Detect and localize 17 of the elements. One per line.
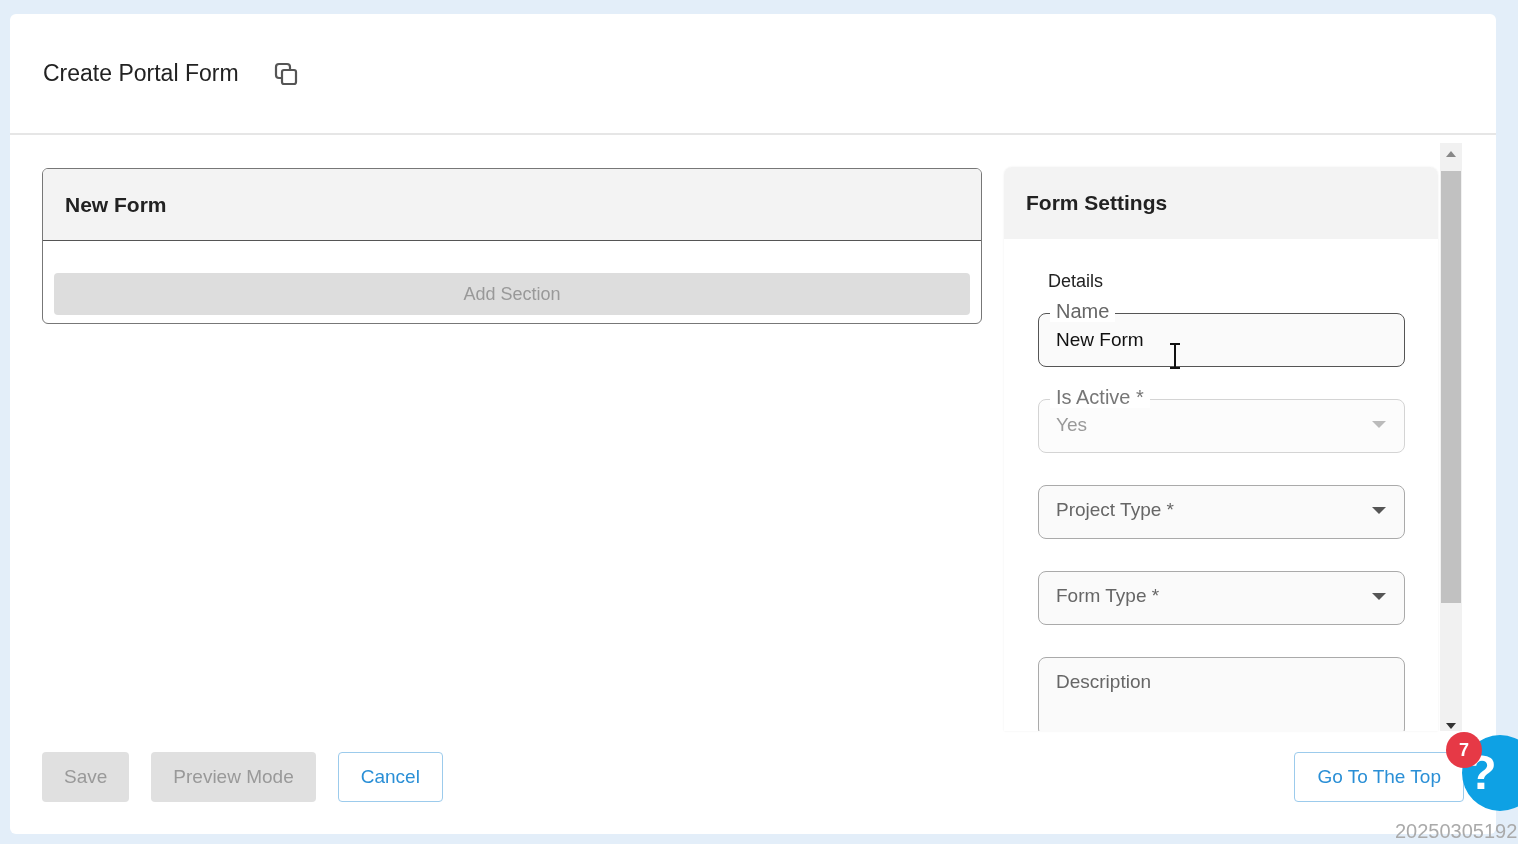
panel-title: New Form	[65, 192, 167, 217]
scrollbar[interactable]	[1440, 143, 1462, 731]
page-title: Create Portal Form	[43, 60, 239, 87]
field-value: New Form	[1056, 329, 1144, 351]
timestamp-text: 20250305192	[1395, 820, 1518, 843]
field-label: Project Type *	[1056, 499, 1174, 521]
field-label: Form Type *	[1056, 585, 1160, 607]
text-cursor-icon	[1169, 343, 1181, 369]
caret-icon	[1372, 593, 1386, 601]
caret-icon	[1372, 421, 1386, 429]
section-label: Details	[1047, 271, 1105, 292]
copy-icon[interactable]	[272, 60, 299, 87]
caret-icon	[1372, 507, 1386, 515]
field-value: Yes	[1056, 414, 1087, 436]
panel-title: Form Settings	[1026, 191, 1168, 215]
field-label: Description	[1056, 671, 1152, 693]
footer-button[interactable]: Cancel	[337, 752, 443, 802]
